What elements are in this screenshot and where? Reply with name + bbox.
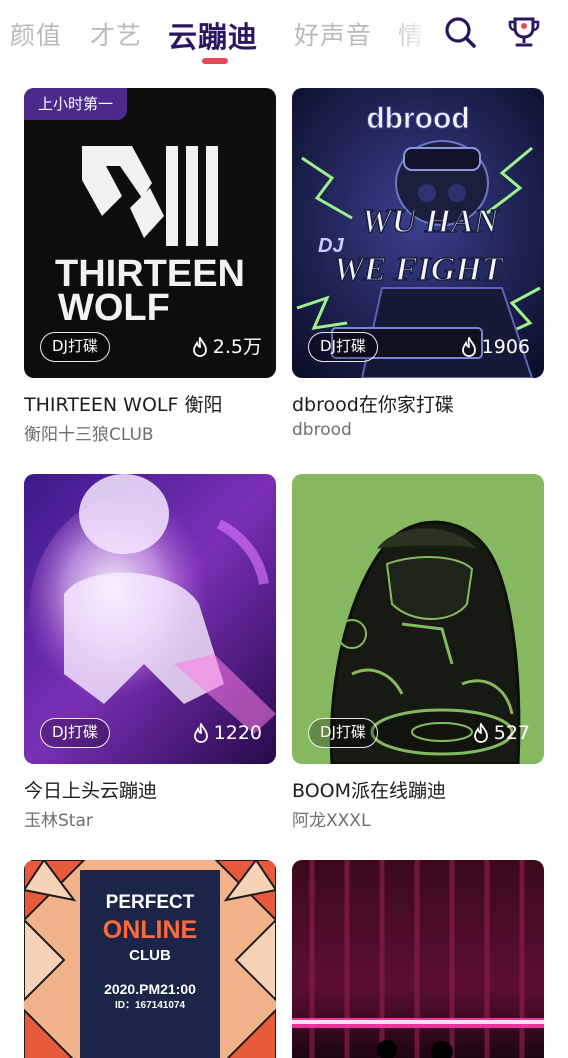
- art-text-wolf: WOLF: [58, 287, 170, 329]
- stream-title[interactable]: dbrood在你家打碟: [292, 390, 454, 417]
- heat-count-value: 1220: [213, 722, 262, 744]
- category-tag: DJ打碟: [308, 718, 378, 748]
- search-icon[interactable]: [442, 14, 478, 50]
- rank-badge: 上小时第一: [24, 88, 128, 120]
- stream-title[interactable]: THIRTEEN WOLF 衡阳: [24, 390, 222, 417]
- tab-fade-overlay: [390, 0, 430, 70]
- art-text-room-id: ID：167141074: [115, 1000, 185, 1011]
- art-text-online: ONLINE: [103, 916, 197, 944]
- stream-title[interactable]: 今日上头云蹦迪: [24, 776, 157, 803]
- stream-card[interactable]: [292, 860, 544, 1058]
- flame-icon: [193, 723, 208, 743]
- flame-icon: [461, 337, 476, 357]
- active-tab-indicator: [202, 58, 228, 64]
- art-text-wu-han: WU HAN: [362, 203, 500, 240]
- heat-count: 527: [473, 720, 530, 746]
- art-text-dj: DJ: [318, 235, 344, 257]
- tab-yanzhi[interactable]: 颜值: [10, 16, 62, 52]
- tab-caiyi[interactable]: 才艺: [90, 16, 142, 52]
- heat-count: 2.5万: [192, 334, 262, 360]
- flame-icon: [473, 723, 488, 743]
- stream-thumbnail[interactable]: [292, 860, 544, 1058]
- art-text-club: CLUB: [129, 947, 171, 964]
- stream-card[interactable]: PERFECT ONLINE CLUB 2020.PM21:00 ID：1671…: [24, 860, 276, 1058]
- stream-title[interactable]: BOOM派在线蹦迪: [292, 776, 446, 803]
- heat-count-value: 527: [493, 722, 530, 744]
- category-tag: DJ打碟: [40, 332, 110, 362]
- art-text-date: 2020.PM21:00: [104, 981, 196, 997]
- stream-thumbnail[interactable]: THIRTEEN WOLF 上小时第一 DJ打碟 2.5万: [24, 88, 276, 378]
- tab-haoshengyin[interactable]: 好声音: [294, 16, 372, 52]
- top-tab-bar: 颜值 才艺 云蹦迪 好声音 情: [0, 0, 568, 70]
- stream-thumbnail[interactable]: PERFECT ONLINE CLUB 2020.PM21:00 ID：1671…: [24, 860, 276, 1058]
- category-tag: DJ打碟: [40, 718, 110, 748]
- stream-thumbnail[interactable]: dbrood WU HAN WE FIGHT DJ DJ打碟 1906: [292, 88, 544, 378]
- streamer-name[interactable]: 阿龙XXXL: [292, 806, 370, 831]
- streamer-name[interactable]: 衡阳十三狼CLUB: [24, 420, 154, 445]
- streamer-name[interactable]: 玉林Star: [24, 806, 93, 831]
- stream-card[interactable]: THIRTEEN WOLF 上小时第一 DJ打碟 2.5万 THIRTEEN W…: [24, 88, 276, 445]
- art-text-we-fight: WE FIGHT: [333, 251, 503, 288]
- art-text-dbrood: dbrood: [366, 102, 469, 135]
- category-tag: DJ打碟: [308, 332, 378, 362]
- streamer-name[interactable]: dbrood: [292, 420, 352, 440]
- tab-yunbengdi[interactable]: 云蹦迪: [168, 14, 258, 56]
- heat-count-value: 1906: [481, 336, 530, 358]
- flame-icon: [192, 337, 207, 357]
- stream-card[interactable]: dbrood WU HAN WE FIGHT DJ DJ打碟 1906 dbro…: [292, 88, 544, 444]
- heat-count: 1906: [461, 334, 530, 360]
- heat-count: 1220: [193, 720, 262, 746]
- stream-card[interactable]: DJ打碟 1220 今日上头云蹦迪 玉林Star: [24, 474, 276, 831]
- stream-thumbnail[interactable]: DJ打碟 527: [292, 474, 544, 764]
- stream-thumbnail[interactable]: DJ打碟 1220: [24, 474, 276, 764]
- heat-count-value: 2.5万: [212, 336, 262, 358]
- art-text-perfect: PERFECT: [106, 892, 195, 913]
- trophy-icon[interactable]: [506, 14, 542, 50]
- club-stage-photo-image: [292, 860, 544, 1058]
- perfect-online-club-poster-image: PERFECT ONLINE CLUB 2020.PM21:00 ID：1671…: [24, 860, 276, 1058]
- stream-card[interactable]: DJ打碟 527 BOOM派在线蹦迪 阿龙XXXL: [292, 474, 544, 831]
